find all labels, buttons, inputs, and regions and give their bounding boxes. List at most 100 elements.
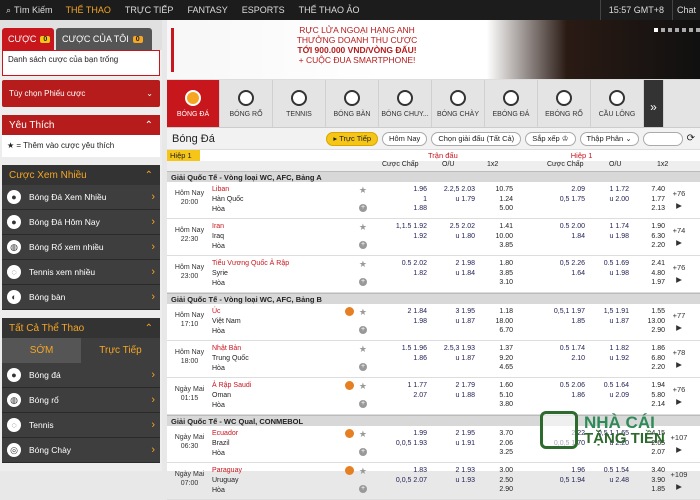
tab-live[interactable]: Trực Tiếp (81, 338, 160, 363)
search-field[interactable] (642, 131, 683, 146)
odds-cell[interactable]: 1.41 (475, 222, 513, 232)
odds-cell[interactable]: u 1.93 (427, 476, 475, 486)
tv-icon[interactable]: ▶ (665, 359, 693, 371)
odds-cell[interactable]: u 1.87 (585, 317, 629, 327)
odds-cell[interactable]: 1.84 (513, 232, 585, 242)
odds-cell[interactable]: u 1.79 (427, 195, 475, 205)
all-sports-header[interactable]: Tất Cả Thể Thao ⌃ (2, 318, 160, 338)
tab-betslip[interactable]: CƯỢC 0 (2, 28, 54, 50)
nav-sports[interactable]: THỂ THAO (59, 0, 118, 20)
odds-cell[interactable]: u 1.92 (585, 354, 629, 364)
odds-cell[interactable]: u 1.80 (427, 232, 475, 242)
odds-cell[interactable]: 13.00 (629, 317, 665, 327)
odds-cell[interactable]: 2 1.79 (427, 381, 475, 391)
odds-cell[interactable]: 2.20 (629, 241, 665, 251)
star-icon[interactable]: ★ (359, 307, 367, 317)
favorites-header[interactable]: Yêu Thích ⌃ (2, 115, 160, 135)
odds-cell[interactable]: 3.85 (475, 241, 513, 251)
odds-cell[interactable]: 2 1.84 (372, 307, 427, 317)
star-icon[interactable]: ★ (359, 344, 367, 354)
odds-cell[interactable]: 6.30 (629, 232, 665, 242)
odds-cell[interactable]: 0.5 2.00 (513, 222, 585, 232)
odds-cell[interactable]: u 1.87 (427, 354, 475, 364)
nav-fantasy[interactable]: FANTASY (180, 0, 234, 20)
odds-cell[interactable]: u 1.98 (585, 269, 629, 279)
sidebar-item-popular-football[interactable]: ● Bóng Đá Xem Nhiều › (2, 185, 160, 210)
odds-cell[interactable]: 2.50 (475, 476, 513, 486)
add-icon[interactable]: + (359, 204, 367, 212)
more-markets[interactable]: +76 ▶ (665, 182, 693, 218)
more-markets[interactable]: +109 ▶ (665, 463, 693, 499)
search-button[interactable]: ⌕ Tìm Kiếm (0, 0, 59, 20)
add-icon[interactable]: + (359, 448, 367, 456)
odds-cell[interactable]: 1,5 1.91 (585, 307, 629, 317)
odds-cell[interactable]: 0,5,1 1.97 (513, 307, 585, 317)
odds-cell[interactable]: 0,5 1.94 (513, 476, 585, 486)
odds-cell[interactable]: 6.70 (475, 326, 513, 336)
stats-icon[interactable] (345, 429, 354, 438)
sports-next-button[interactable]: » (644, 80, 664, 127)
odds-cell[interactable]: 1.85 (629, 485, 665, 495)
odds-cell[interactable]: 1.55 (629, 307, 665, 317)
sport-badminton[interactable]: CẦU LÔNG (591, 80, 644, 127)
star-icon[interactable]: ★ (359, 222, 367, 232)
odds-cell[interactable]: 4.65 (475, 363, 513, 373)
sidebar-item-basketball[interactable]: ◍ Bóng rổ › (2, 388, 160, 413)
odds-cell[interactable]: 2.90 (629, 326, 665, 336)
odds-cell[interactable]: 1.86 (629, 344, 665, 354)
odds-cell[interactable]: u 1.91 (427, 439, 475, 449)
odds-cell[interactable]: 7.40 (629, 185, 665, 195)
odds-cell[interactable]: 1.64 (513, 269, 585, 279)
sport-efootball[interactable]: EBÓNG ĐÁ (485, 80, 538, 127)
chat-button[interactable]: Chat (671, 0, 700, 20)
nav-virtual[interactable]: THỂ THAO ẢO (292, 0, 367, 20)
odds-cell[interactable]: 1.60 (475, 381, 513, 391)
refresh-icon[interactable]: ⟳ (687, 133, 695, 144)
odds-cell[interactable]: u 2.00 (585, 195, 629, 205)
betslip-options[interactable]: Tùy chọn Phiếu cược ⌄ (2, 80, 160, 107)
sport-ebasketball[interactable]: EBÓNG RỔ (538, 80, 591, 127)
odds-cell[interactable]: 1,1.5 1.92 (372, 222, 427, 232)
odds-cell[interactable]: 0.5 1.64 (585, 381, 629, 391)
tv-icon[interactable]: ▶ (665, 237, 693, 249)
odds-cell[interactable]: 2.09 (513, 185, 585, 195)
more-markets[interactable]: +74 ▶ (665, 219, 693, 255)
odds-cell[interactable]: 3.85 (475, 269, 513, 279)
odds-cell[interactable]: u 1.84 (427, 269, 475, 279)
odds-cell[interactable]: 2.07 (372, 391, 427, 401)
odds-cell[interactable]: 1 1.82 (585, 344, 629, 354)
sport-basketball[interactable]: BÓNG RỔ (220, 80, 273, 127)
add-icon[interactable]: + (359, 363, 367, 371)
add-icon[interactable]: + (359, 400, 367, 408)
tv-icon[interactable]: ▶ (665, 322, 693, 334)
add-icon[interactable]: + (359, 326, 367, 334)
odds-cell[interactable]: 3 1.95 (427, 307, 475, 317)
add-icon[interactable]: + (359, 241, 367, 249)
odds-cell[interactable]: 1.98 (372, 317, 427, 327)
odds-cell[interactable]: u 1.87 (427, 317, 475, 327)
odds-cell[interactable]: 0.5 1.74 (513, 344, 585, 354)
sport-volleyball[interactable]: BÓNG CHUY... (379, 80, 432, 127)
odds-cell[interactable]: 5.80 (629, 391, 665, 401)
more-markets-link[interactable]: +76 (665, 384, 693, 396)
odds-cell[interactable]: 9.20 (475, 354, 513, 364)
odds-cell[interactable]: 2.5,3 1.93 (427, 344, 475, 354)
odds-cell[interactable]: 2 1.98 (427, 259, 475, 269)
odds-cell[interactable]: 6.80 (629, 354, 665, 364)
odds-cell[interactable]: 0,5 2.26 (513, 259, 585, 269)
star-icon[interactable]: ★ (359, 429, 367, 439)
more-markets[interactable]: +77 ▶ (665, 304, 693, 340)
tab-my-bets[interactable]: CƯỢC CỦA TÔI 0 (56, 28, 152, 50)
odds-cell[interactable]: 0.5 2.02 (372, 259, 427, 269)
odds-cell[interactable]: 1 1.74 (585, 222, 629, 232)
odds-cell[interactable]: 3.25 (475, 448, 513, 458)
sport-tennis[interactable]: TENNIS (273, 80, 326, 127)
odds-cell[interactable]: 1.5 1.96 (372, 344, 427, 354)
odds-cell[interactable]: u 1.98 (585, 232, 629, 242)
odds-cell[interactable]: 0,5 1.75 (513, 195, 585, 205)
odds-cell[interactable]: 1.99 (372, 429, 427, 439)
odds-cell[interactable]: 3.80 (475, 400, 513, 410)
odds-cell[interactable]: 2.20 (629, 363, 665, 373)
league-header[interactable]: Giải Quốc Tế - Vòng loại WC, AFC, Bảng A (167, 171, 700, 182)
star-icon[interactable]: ★ (359, 381, 367, 391)
